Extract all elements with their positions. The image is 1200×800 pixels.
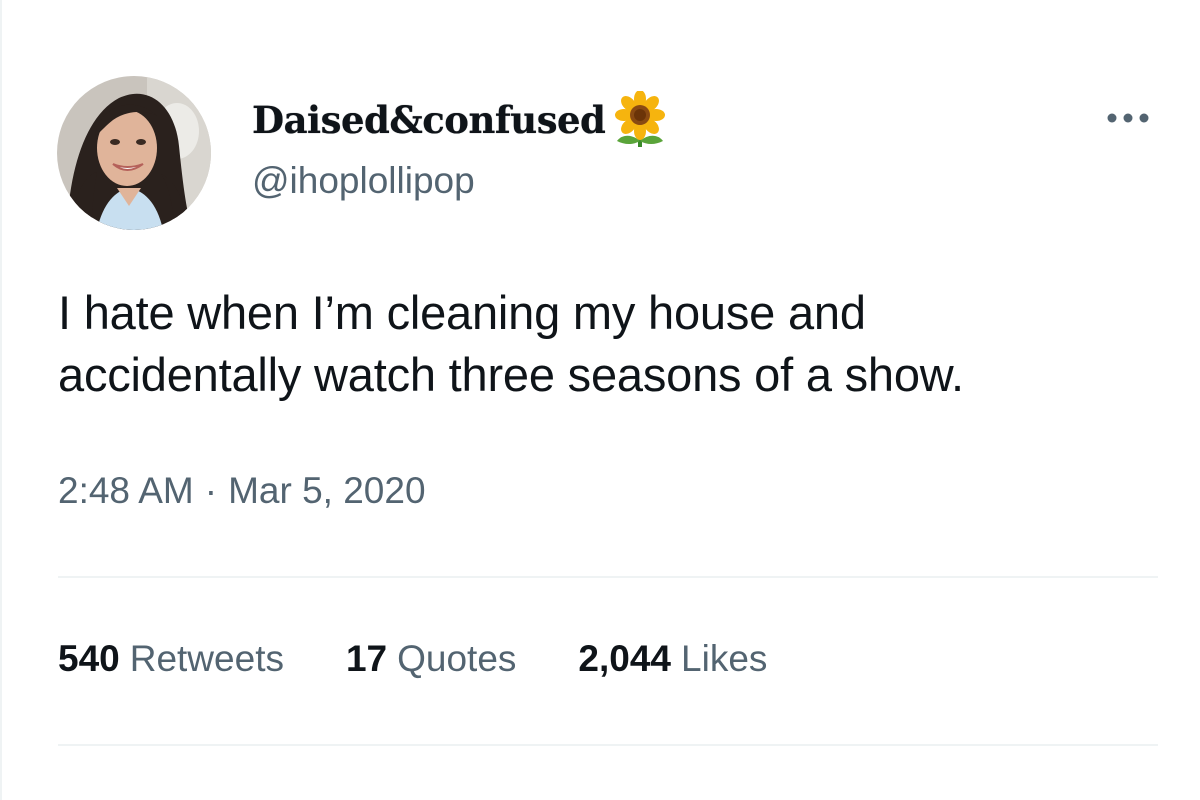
sunflower-icon — [611, 90, 669, 149]
retweets-label: Retweets — [129, 638, 284, 679]
timestamp-separator: · — [204, 470, 218, 511]
likes-stat[interactable]: 2,044 Likes — [578, 638, 767, 680]
author-name-row: Daised&confused — [252, 90, 669, 150]
more-options-button[interactable] — [1100, 100, 1156, 136]
tweet-text: I hate when I’m cleaning my house and ac… — [58, 282, 1168, 406]
tweet-text-line: I hate when I’m cleaning my house and — [58, 286, 866, 339]
avatar-image — [57, 76, 211, 230]
avatar[interactable] — [57, 76, 211, 230]
quotes-count: 17 — [345, 638, 388, 679]
quotes-stat[interactable]: 17 Quotes — [346, 638, 516, 680]
likes-label: Likes — [681, 638, 768, 679]
engagement-stats: 540 Retweets 17 Quotes 2,044 Likes — [58, 638, 829, 680]
likes-count: 2,044 — [578, 638, 672, 679]
timestamp: 2:48 AM · Mar 5, 2020 — [58, 470, 426, 512]
quotes-label: Quotes — [397, 638, 517, 679]
tweet-time[interactable]: 2:48 AM — [58, 470, 194, 512]
more-dots-icon — [1107, 113, 1149, 123]
retweets-count: 540 — [58, 638, 120, 679]
author-handle[interactable]: @ihoplollipop — [252, 160, 475, 202]
retweets-stat[interactable]: 540 Retweets — [58, 638, 284, 680]
divider — [58, 744, 1158, 746]
tweet-date[interactable]: Mar 5, 2020 — [228, 470, 425, 512]
tweet-text-line: accidentally watch three seasons of a sh… — [58, 348, 964, 401]
divider — [58, 576, 1158, 578]
left-border — [0, 0, 2, 800]
display-name[interactable]: Daised&confused — [252, 98, 606, 142]
